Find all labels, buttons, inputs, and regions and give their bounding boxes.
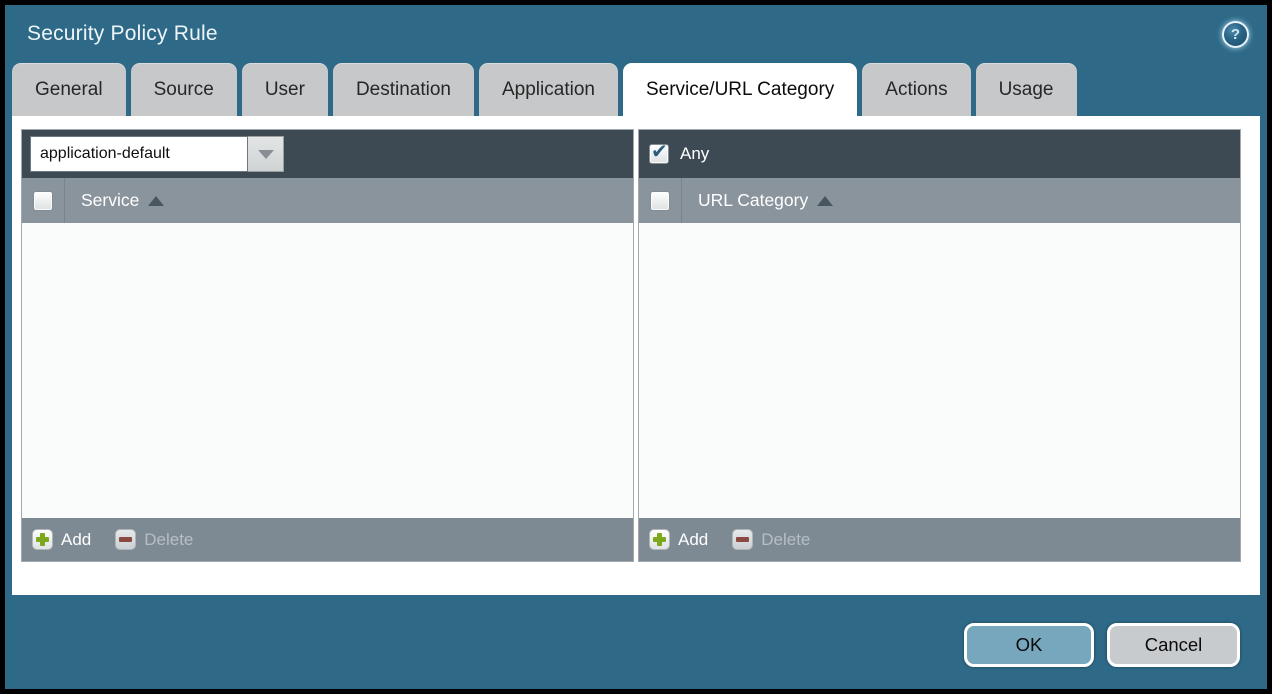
help-icon[interactable]: ? xyxy=(1222,21,1249,48)
service-column-label: Service xyxy=(81,190,139,211)
tab-application[interactable]: Application xyxy=(479,63,618,116)
url-category-panel-footer: Add Delete xyxy=(639,518,1240,561)
url-category-delete-button[interactable]: Delete xyxy=(732,529,810,550)
service-panel: application-default Service xyxy=(21,129,634,562)
ok-button[interactable]: OK xyxy=(964,623,1094,667)
cancel-button[interactable]: Cancel xyxy=(1107,623,1240,667)
service-panel-toolbar: application-default xyxy=(22,130,633,178)
delete-button-label: Delete xyxy=(761,530,810,550)
service-panel-footer: Add Delete xyxy=(22,518,633,561)
any-row: Any xyxy=(647,144,709,164)
url-category-list xyxy=(639,223,1240,518)
service-type-dropdown-button[interactable] xyxy=(248,136,284,172)
service-column-sort[interactable]: Service xyxy=(81,190,164,211)
tab-content: application-default Service xyxy=(12,116,1260,595)
tab-usage[interactable]: Usage xyxy=(976,63,1077,116)
dialog-title: Security Policy Rule xyxy=(27,22,218,46)
service-type-dropdown: application-default xyxy=(30,136,284,172)
tab-strip: General Source User Destination Applicat… xyxy=(5,63,1267,116)
url-category-select-all-checkbox[interactable] xyxy=(650,191,670,211)
dialog-actions: OK Cancel xyxy=(5,623,1267,667)
add-button-label: Add xyxy=(678,530,708,550)
url-category-panel-toolbar: Any xyxy=(639,130,1240,178)
any-label: Any xyxy=(680,144,709,164)
delete-button-label: Delete xyxy=(144,530,193,550)
help-glyph: ? xyxy=(1231,26,1240,43)
url-category-panel: Any URL Category Add xyxy=(638,129,1241,562)
service-list xyxy=(22,223,633,518)
url-category-column-label: URL Category xyxy=(698,190,808,211)
url-category-column-header: URL Category xyxy=(639,178,1240,223)
tab-actions[interactable]: Actions xyxy=(862,63,970,116)
minus-icon xyxy=(732,529,753,550)
service-delete-button[interactable]: Delete xyxy=(115,529,193,550)
sort-ascending-icon xyxy=(148,196,164,206)
tab-source[interactable]: Source xyxy=(131,63,237,116)
minus-icon xyxy=(115,529,136,550)
plus-icon xyxy=(649,529,670,550)
tab-service-url-category[interactable]: Service/URL Category xyxy=(623,63,857,116)
sort-ascending-icon xyxy=(817,196,833,206)
titlebar: Security Policy Rule ? xyxy=(5,5,1267,63)
service-type-value[interactable]: application-default xyxy=(30,136,248,172)
add-button-label: Add xyxy=(61,530,91,550)
url-category-select-all-cell xyxy=(639,178,682,223)
tab-destination[interactable]: Destination xyxy=(333,63,474,116)
any-checkbox[interactable] xyxy=(649,144,669,164)
url-category-add-button[interactable]: Add xyxy=(649,529,708,550)
security-policy-rule-dialog: Security Policy Rule ? General Source Us… xyxy=(0,0,1272,694)
url-category-column-sort[interactable]: URL Category xyxy=(698,190,833,211)
plus-icon xyxy=(32,529,53,550)
tab-general[interactable]: General xyxy=(12,63,126,116)
service-select-all-checkbox[interactable] xyxy=(33,191,53,211)
service-select-all-cell xyxy=(22,178,65,223)
tab-user[interactable]: User xyxy=(242,63,328,116)
chevron-down-icon xyxy=(258,150,274,159)
service-column-header: Service xyxy=(22,178,633,223)
service-add-button[interactable]: Add xyxy=(32,529,91,550)
